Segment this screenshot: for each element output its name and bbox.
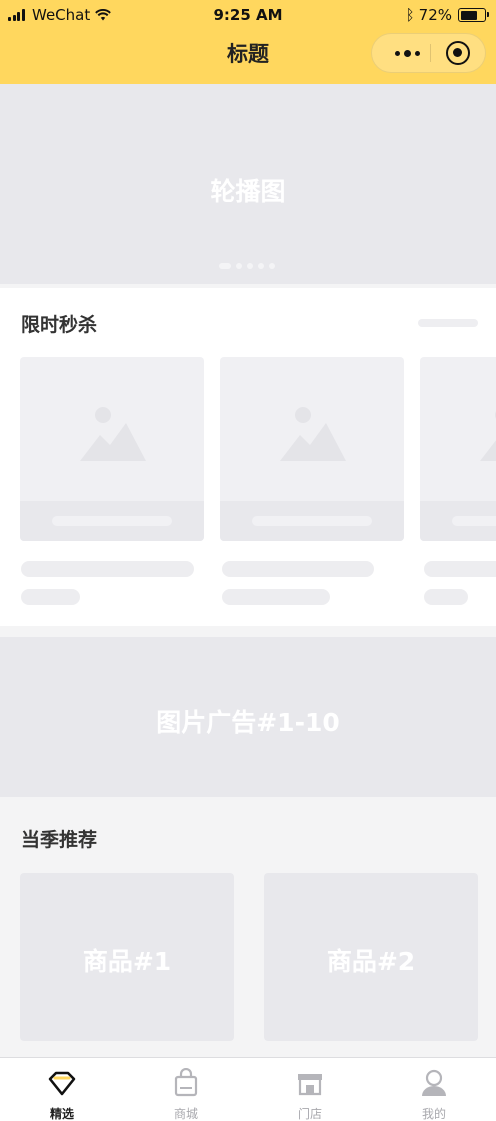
product-label: 商品#1 [82,947,172,976]
indicator-dot [219,263,231,269]
text-placeholder [424,589,468,605]
banner-label: 轮播图 [210,177,286,206]
product-card[interactable]: 商品#1 [20,873,234,1041]
battery-icon [458,8,489,22]
indicator-dot [247,263,253,269]
flash-sale-section: 限时秒杀 [0,288,496,626]
top-header: WeChat 9:25 AM ᛒ 72% 标题 [0,0,496,84]
price-bar-placeholder [420,501,496,541]
recommend-title: 当季推荐 [21,829,98,851]
status-right: ᛒ 72% [405,6,489,24]
product-image-placeholder [20,357,204,541]
user-icon [422,1069,446,1096]
flash-sale-card[interactable] [220,357,404,605]
image-placeholder-icon [80,407,146,461]
flash-sale-more-placeholder[interactable] [418,319,478,327]
text-placeholder [222,561,374,577]
flash-sale-card[interactable] [420,357,496,605]
text-placeholder [424,561,496,577]
bluetooth-icon: ᛒ [405,6,415,24]
price-bar-placeholder [220,501,404,541]
diamond-icon [48,1071,76,1096]
product-image-placeholder [420,357,496,541]
tab-store[interactable]: 门店 [248,1058,372,1121]
image-placeholder-icon [280,407,346,461]
text-placeholder [21,561,194,577]
image-placeholder-icon [480,411,496,461]
product-label: 商品#2 [326,947,416,976]
flash-sale-card[interactable] [20,357,204,605]
price-bar-placeholder [20,501,204,541]
tab-label: 门店 [297,1107,322,1121]
ad-label: 图片广告#1-10 [156,708,340,737]
product-image-placeholder [220,357,404,541]
shopping-bag-icon [174,1068,198,1097]
store-icon [298,1074,322,1096]
indicator-dot [236,263,242,269]
tab-label: 商城 [173,1107,198,1121]
tab-label: 精选 [49,1107,74,1121]
carousel-indicator [219,263,280,269]
battery-percent: 72% [418,6,452,24]
indicator-dot [258,263,264,269]
tab-mall[interactable]: 商城 [124,1058,248,1121]
image-ad[interactable]: 图片广告#1-10 [0,637,496,797]
flash-sale-title: 限时秒杀 [21,314,98,336]
banner-carousel[interactable]: 轮播图 [0,84,496,284]
indicator-dot [269,263,275,269]
close-miniprogram-icon[interactable] [446,41,470,65]
status-bar: WeChat 9:25 AM ᛒ 72% [0,0,496,30]
bottom-tab-bar: 精选 商城 门店 我的 [0,1057,496,1121]
capsule-menu [371,33,486,73]
tab-featured[interactable]: 精选 [0,1058,124,1121]
text-placeholder [21,589,80,605]
more-options-icon[interactable] [384,34,430,72]
tab-mine[interactable]: 我的 [372,1058,496,1121]
capsule-divider [430,44,431,62]
product-card[interactable]: 商品#2 [264,873,478,1041]
tab-label: 我的 [421,1107,446,1121]
recommend-section: 当季推荐 商品#1 商品#2 [0,797,496,1057]
text-placeholder [222,589,330,605]
